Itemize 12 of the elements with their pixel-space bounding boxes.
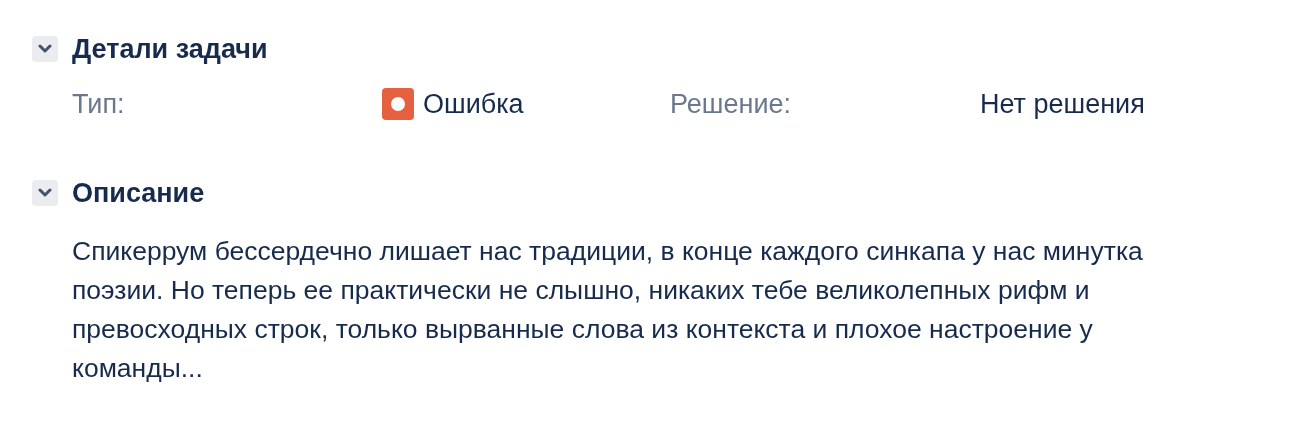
- section-title: Детали задачи: [72, 33, 268, 65]
- bug-type-icon: [382, 88, 414, 120]
- field-label: Тип:: [72, 88, 126, 120]
- chevron-icon: [38, 44, 52, 54]
- field-value: Нет решения: [980, 88, 1145, 120]
- field-label: Решение:: [670, 88, 793, 120]
- section-title: Описание: [72, 177, 205, 209]
- description-text: Спикеррум бессердечно лишает нас традиции, в конце каждого синкапа у нас минутка поэзии. Но теперь ее практически не слышно, никаких тебе великолепных рифм и превосходных строк, только вырванные слова из контекста и плохое настроение у команды...: [72, 235, 1144, 385]
- collapse-button[interactable]: [32, 180, 58, 206]
- chevron-icon: [38, 188, 52, 198]
- field-value: Ошибка: [423, 88, 524, 120]
- collapse-button[interactable]: [32, 36, 58, 62]
